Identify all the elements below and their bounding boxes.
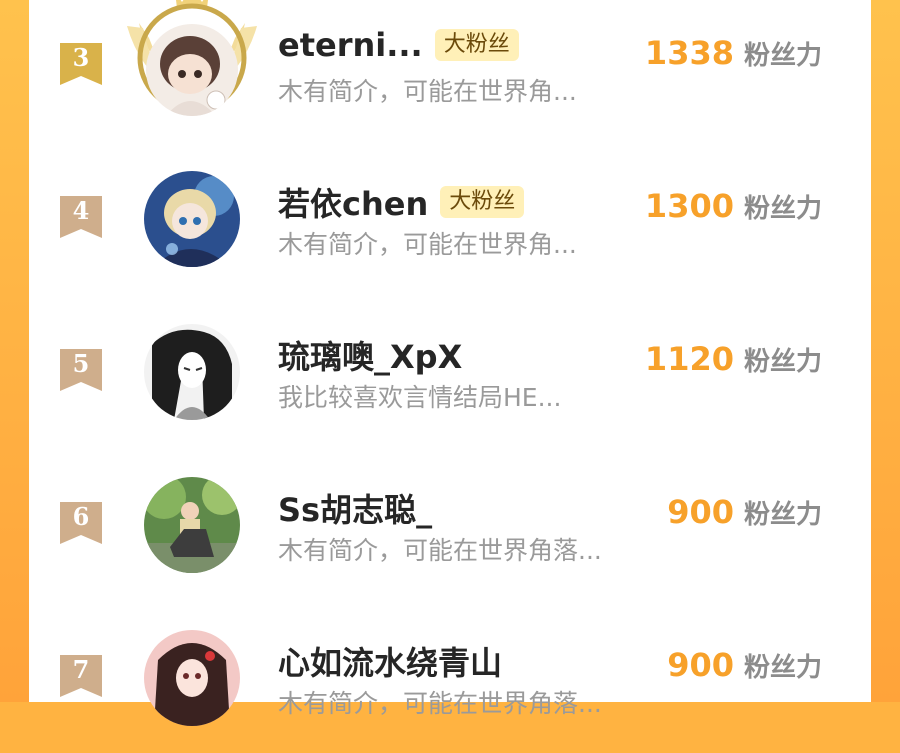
- rank-ribbon-icon: 3: [60, 43, 102, 85]
- avatar[interactable]: [144, 630, 240, 726]
- fan-score-unit: 粉丝力: [743, 194, 822, 224]
- user-bio: 木有简介，可能在世界角落...: [278, 536, 602, 565]
- fan-score: 900: [667, 493, 734, 531]
- rank-number: 4: [72, 196, 90, 225]
- user-name[interactable]: eterni...: [278, 26, 423, 64]
- user-bio: 木有简介，可能在世界角...: [278, 77, 577, 106]
- fan-score-unit: 粉丝力: [743, 41, 822, 71]
- fan-score: 900: [667, 646, 734, 684]
- avatar[interactable]: [144, 171, 240, 267]
- ranking-list[interactable]: 3 eterni... 大粉丝 木有简介，可能在世界角... 1338 粉丝力 …: [29, 0, 871, 726]
- fan-score-unit: 粉丝力: [743, 500, 822, 530]
- fan-level-badge: 大粉丝: [434, 29, 519, 61]
- fan-score: 1120: [644, 340, 734, 378]
- user-name[interactable]: 心如流水绕青山: [278, 638, 502, 684]
- rank-number: 3: [72, 43, 90, 72]
- fan-score-unit: 粉丝力: [743, 653, 822, 683]
- user-bio: 木有简介，可能在世界角落...: [278, 689, 602, 718]
- rank-ribbon-icon: 5: [60, 349, 102, 391]
- list-item[interactable]: 6 Ss胡志聪_ 木有简介，可能在世界角落... 900 粉丝力: [29, 447, 871, 600]
- rank-ribbon-icon: 6: [60, 502, 102, 544]
- list-item[interactable]: 5 琉璃噢_XpX 我比较喜欢言情结局HE... 1120 粉丝力: [29, 294, 871, 447]
- avatar[interactable]: [146, 24, 238, 116]
- user-bio: 我比较喜欢言情结局HE...: [278, 383, 562, 412]
- avatar[interactable]: [144, 324, 240, 420]
- user-name[interactable]: 琉璃噢_XpX: [278, 332, 462, 378]
- user-bio: 木有简介，可能在世界角...: [278, 230, 577, 259]
- user-name[interactable]: Ss胡志聪_: [278, 485, 432, 531]
- rank-number: 6: [72, 502, 90, 531]
- list-item[interactable]: 7 心如流水绕青山 木有简介，可能在世界角落... 900 粉丝力: [29, 600, 871, 753]
- rank-number: 7: [72, 655, 90, 684]
- list-item[interactable]: 3 eterni... 大粉丝 木有简介，可能在世界角... 1338 粉丝力: [29, 0, 871, 141]
- fan-score-unit: 粉丝力: [743, 347, 822, 377]
- user-name[interactable]: 若依chen: [278, 179, 428, 225]
- fan-score: 1300: [644, 187, 734, 225]
- list-item[interactable]: 4 若依chen 大粉丝 木有简介，可能在世界角... 1300 粉丝力: [29, 141, 871, 294]
- rank-ribbon-icon: 7: [60, 655, 102, 697]
- rank-number: 5: [72, 349, 90, 378]
- avatar[interactable]: [144, 477, 240, 573]
- rank-ribbon-icon: 4: [60, 196, 102, 238]
- fan-level-badge: 大粉丝: [440, 186, 525, 218]
- fan-score: 1338: [644, 34, 734, 72]
